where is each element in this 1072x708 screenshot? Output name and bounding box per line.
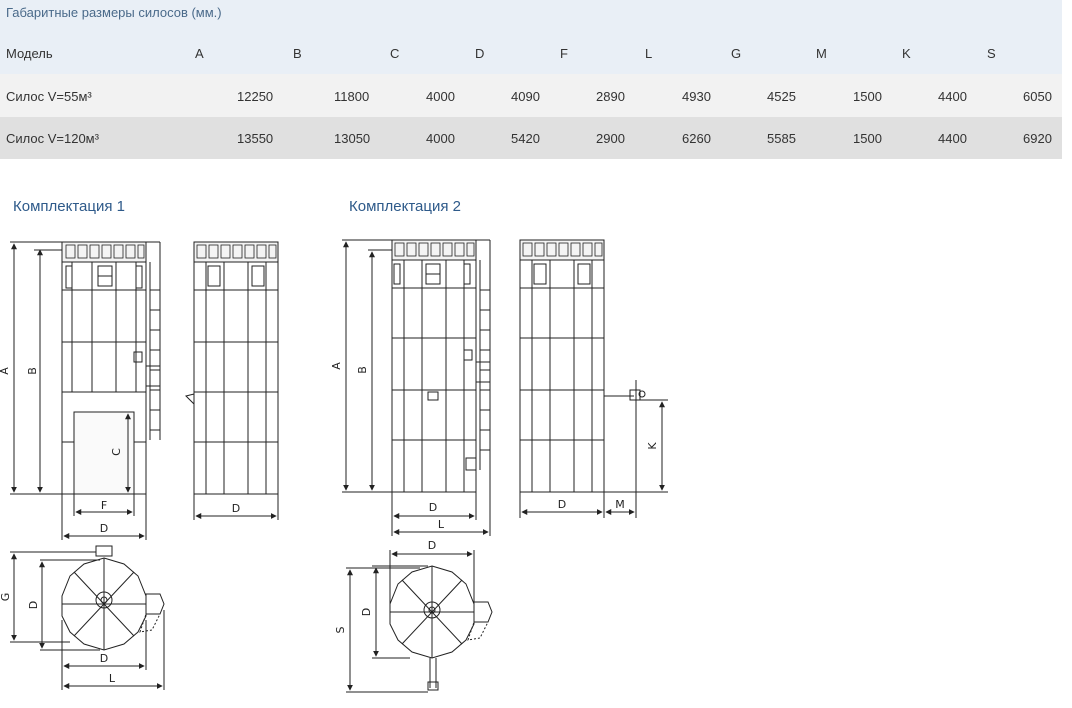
kit2-dim-l-label: L (438, 518, 445, 531)
silo-drawings: A B C F D D G D D L A B D L D M K S D D (0, 239, 668, 693)
kit1-dim-d-label: D (100, 522, 108, 535)
kit1-dim-f-label: F (101, 499, 107, 512)
kit1-front-view (10, 241, 161, 540)
kit2-side-dim-m-label: M (615, 498, 625, 511)
kit1-plan-dim-l-label: L (109, 672, 116, 685)
kit2-dim-a-label: A (330, 362, 343, 370)
kit1-plan-view (10, 545, 165, 690)
kit2-front-view (342, 239, 491, 536)
kit2-plan-dim-d-horiz-label: D (428, 539, 436, 552)
kit2-plan-view (346, 550, 493, 693)
kit2-side-dim-k-label: K (646, 442, 659, 450)
kit1-plan-dim-d-horiz-label: D (100, 652, 108, 665)
kit2-dim-d-label: D (429, 501, 437, 514)
kit1-side-view (185, 241, 279, 520)
kit1-plan-dim-g-label: G (0, 593, 12, 602)
kit1-plan-dim-d-vert-label: D (27, 601, 40, 609)
kit2-plan-dim-s-label: S (334, 626, 347, 633)
kit2-dim-b-label: B (356, 366, 369, 374)
kit1-dim-a-label: A (0, 367, 11, 375)
kit1-dim-b-label: B (26, 367, 39, 375)
kit2-plan-dim-d-vert-label: D (360, 608, 373, 616)
kit1-dim-c-label: C (110, 448, 123, 456)
kit1-side-dim-d-label: D (232, 502, 240, 515)
kit2-side-dim-d-label: D (558, 498, 566, 511)
kit2-side-view (519, 239, 668, 518)
